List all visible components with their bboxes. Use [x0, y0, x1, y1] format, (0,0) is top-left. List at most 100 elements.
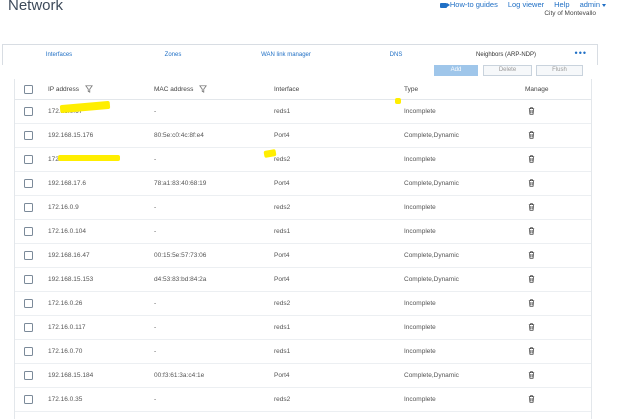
help-link[interactable]: Help	[554, 0, 569, 9]
filter-icon[interactable]	[85, 85, 93, 93]
cell-mac: -	[154, 299, 157, 307]
cell-type: Incomplete	[404, 323, 436, 331]
tab-zones[interactable]: Zones	[115, 52, 231, 58]
trash-icon[interactable]	[528, 363, 535, 387]
cell-interface: reds2	[274, 203, 291, 211]
log-viewer-link[interactable]: Log viewer	[508, 0, 544, 9]
table-row[interactable]: 192.168.15.153 d4:53:83:bd:84:2a Port4 Comp…	[15, 267, 591, 292]
tab-neighbors[interactable]: Neighbors (ARP-NDP)	[451, 52, 561, 58]
table-row[interactable]: 172.16.0.9 - reds2 Incomplete	[15, 195, 591, 220]
cell-type: Complete,Dynamic	[404, 131, 459, 139]
trash-icon[interactable]	[528, 339, 535, 363]
table-row[interactable]: 192.168.17.6 78:a1:83:40:68:19 Port4 Comple…	[15, 171, 591, 196]
row-checkbox[interactable]	[24, 298, 33, 308]
col-manage: Manage	[525, 85, 549, 93]
cell-mac: 78:a1:83:40:68:19	[154, 179, 207, 187]
cell-type: Complete,Dynamic	[404, 251, 459, 259]
table-row[interactable]: 192.168.16.47 00:15:5e:57:73:06 Port4 Compl…	[15, 243, 591, 268]
col-ip-address[interactable]: IP address	[48, 79, 93, 99]
row-checkbox[interactable]	[24, 322, 33, 332]
cell-ip: 172.16.0.104	[48, 227, 86, 235]
cell-interface: Port4	[274, 251, 290, 259]
neighbors-table: IP address MAC address Interface Type Ma…	[14, 79, 592, 419]
add-button[interactable]: Add	[434, 65, 478, 76]
row-checkbox[interactable]	[24, 346, 33, 356]
cell-ip: 172.16.0.69	[48, 155, 83, 163]
tab-bar: Interfaces Zones WAN link manager DNS Ne…	[2, 44, 598, 65]
cell-ip: 172.16.0.70	[48, 347, 83, 355]
filter-icon[interactable]	[199, 85, 208, 93]
chevron-down-icon	[602, 3, 606, 7]
cell-ip: 192.168.15.176	[48, 131, 94, 139]
trash-icon[interactable]	[528, 171, 535, 195]
org-name: City of Montevallo	[544, 10, 596, 17]
trash-icon[interactable]	[528, 99, 535, 123]
cell-ip: 192.168.17.6	[48, 179, 86, 187]
cell-mac: 00:f3:61:3a:c4:1e	[154, 371, 205, 379]
row-checkbox[interactable]	[24, 370, 33, 380]
row-checkbox[interactable]	[24, 226, 33, 236]
trash-icon[interactable]	[528, 387, 535, 411]
table-row[interactable]: 172.16.0.67 - reds1 Incomplete	[15, 99, 591, 124]
delete-button[interactable]: Delete	[483, 65, 532, 76]
row-checkbox[interactable]	[24, 394, 33, 404]
cell-interface: reds2	[274, 395, 291, 403]
cell-interface: reds2	[274, 299, 291, 307]
cell-mac: d4:53:83:bd:84:2a	[154, 275, 207, 283]
trash-icon[interactable]	[528, 291, 535, 315]
cell-interface: Port4	[274, 371, 290, 379]
more-icon[interactable]: •••	[575, 49, 587, 58]
trash-icon[interactable]	[528, 195, 535, 219]
cell-type: Incomplete	[404, 395, 436, 403]
row-checkbox[interactable]	[24, 130, 33, 140]
table-row[interactable]: 172.16.0.35 - reds2 Incomplete	[15, 387, 591, 412]
row-checkbox[interactable]	[24, 250, 33, 260]
video-icon	[439, 2, 450, 8]
table-row[interactable]: 192.168.15.176 80:5e:c0:4c:8f:e4 Port4 Comp…	[15, 123, 591, 148]
how-to-guides-link[interactable]: How-to guides	[439, 0, 498, 9]
row-checkbox[interactable]	[24, 202, 33, 212]
table-row[interactable]: 172.16.0.117 - reds1 Incomplete	[15, 315, 591, 340]
row-checkbox[interactable]	[24, 178, 33, 188]
tab-wan-link-manager[interactable]: WAN link manager	[231, 52, 341, 58]
table-row[interactable]: 192.168.15.184 00:f3:61:3a:c4:1e Port4 Comp…	[15, 363, 591, 388]
trash-icon[interactable]	[528, 315, 535, 339]
cell-mac: -	[154, 203, 157, 211]
cell-type: Complete,Dynamic	[404, 371, 459, 379]
table-header: IP address MAC address Interface Type Ma…	[15, 79, 591, 100]
cell-interface: reds2	[274, 155, 291, 163]
cell-type: Incomplete	[404, 155, 436, 163]
cell-type: Incomplete	[404, 227, 436, 235]
cell-ip: 192.168.15.153	[48, 275, 94, 283]
tab-interfaces[interactable]: Interfaces	[3, 52, 115, 58]
user-menu[interactable]: admin	[580, 0, 606, 9]
table-row[interactable]: 172.16.0.104 - reds1 Incomplete	[15, 219, 591, 244]
flush-button[interactable]: Flush	[536, 65, 583, 76]
trash-icon[interactable]	[528, 267, 535, 291]
cell-interface: Port4	[274, 275, 290, 283]
tab-dns[interactable]: DNS	[341, 52, 451, 58]
col-type: Type	[404, 85, 419, 93]
cell-ip: 172.16.0.26	[48, 299, 83, 307]
table-row[interactable]: 172.16.0.69 - reds2 Incomplete	[15, 147, 591, 172]
cell-ip: 192.168.15.184	[48, 371, 94, 379]
cell-ip: 172.16.0.117	[48, 323, 86, 331]
trash-icon[interactable]	[528, 123, 535, 147]
cell-interface: reds1	[274, 107, 291, 115]
trash-icon[interactable]	[528, 147, 535, 171]
table-row[interactable]: 172.16.0.70 - reds1 Incomplete	[15, 339, 591, 364]
trash-icon[interactable]	[528, 243, 535, 267]
row-checkbox[interactable]	[24, 154, 33, 164]
cell-type: Complete,Dynamic	[404, 179, 459, 187]
trash-icon[interactable]	[528, 219, 535, 243]
cell-mac: -	[154, 227, 157, 235]
row-checkbox[interactable]	[24, 274, 33, 284]
cell-interface: Port4	[274, 179, 290, 187]
cell-interface: reds1	[274, 227, 291, 235]
row-checkbox[interactable]	[24, 106, 33, 116]
table-row[interactable]: 172.16.0.26 - reds2 Incomplete	[15, 291, 591, 316]
col-mac-address[interactable]: MAC address	[154, 79, 208, 99]
select-all-checkbox[interactable]	[24, 84, 33, 94]
cell-ip: 172.16.0.35	[48, 395, 83, 403]
top-links: How-to guides Log viewer Help admin	[439, 0, 606, 9]
